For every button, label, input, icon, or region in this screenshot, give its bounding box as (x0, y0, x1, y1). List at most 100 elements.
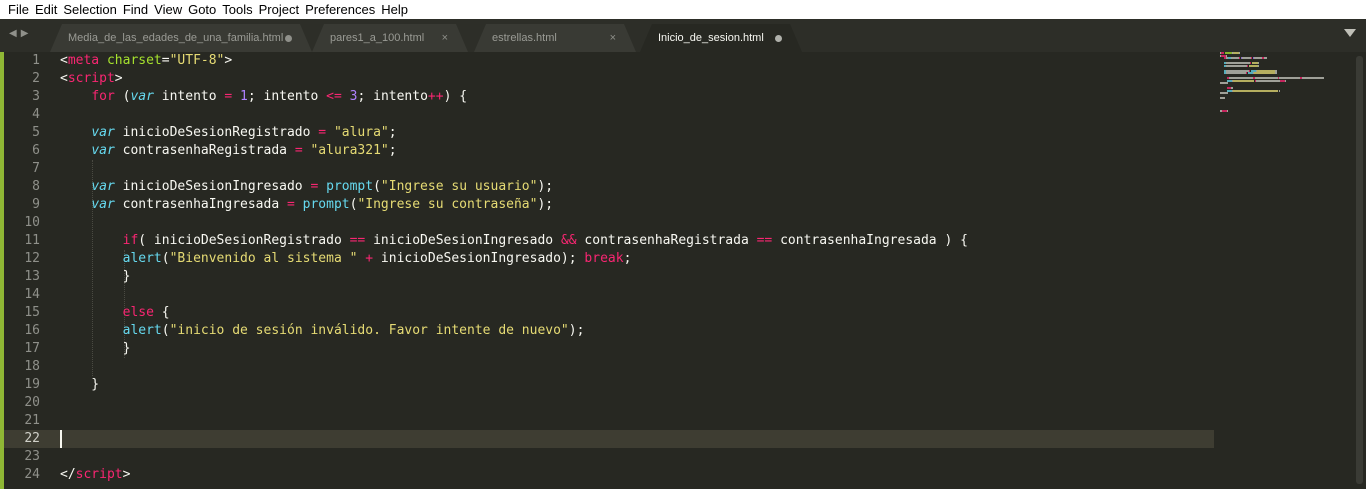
code-token: contrasenhaRegistrada (114, 143, 295, 158)
line-number: 8 (32, 179, 40, 194)
code-token: < (60, 71, 68, 86)
menu-help[interactable]: Help (381, 0, 408, 19)
code-line[interactable] (60, 448, 1210, 466)
menu-goto[interactable]: Goto (188, 0, 216, 19)
code-line[interactable]: var inicioDeSesionIngresado = prompt("In… (60, 178, 1210, 196)
code-line[interactable] (60, 358, 1210, 376)
code-token: "Bienvenido al sistema " (169, 251, 358, 266)
code-token: ( (373, 179, 381, 194)
line-number: 22 (24, 431, 40, 446)
code-line[interactable] (60, 106, 1210, 124)
code-line[interactable]: else { (60, 304, 1210, 322)
line-number: 7 (32, 161, 40, 176)
tab-2[interactable]: pares1_a_100.html × (312, 24, 468, 52)
menu-edit[interactable]: Edit (35, 0, 57, 19)
code-token: < (60, 53, 68, 68)
minimap-line (1257, 64, 1259, 67)
menu-file[interactable]: File (0, 0, 29, 19)
code-token: script (75, 467, 123, 482)
tab-list-dropdown-icon[interactable] (1344, 29, 1356, 37)
menu-project[interactable]: Project (259, 0, 299, 19)
code-line[interactable]: alert("inicio de sesión inválido. Favor … (60, 322, 1210, 340)
code-token: contrasenhaIngresada (114, 197, 287, 212)
line-number: 11 (24, 233, 40, 248)
code-line[interactable]: var contrasenhaIngresada = prompt("Ingre… (60, 196, 1210, 214)
minimap-line (1284, 79, 1286, 82)
code-line[interactable] (60, 394, 1210, 412)
code-line[interactable]: var inicioDeSesionRegistrado = "alura"; (60, 124, 1210, 142)
close-icon[interactable]: × (610, 24, 616, 52)
left-arrow-icon[interactable]: ◀ (9, 28, 17, 39)
code-token: ); (537, 197, 554, 212)
code-token: else (122, 305, 154, 320)
code-token: ( (114, 89, 131, 104)
minimap-line (1241, 57, 1251, 59)
code-token: <= (326, 89, 342, 104)
code-line[interactable] (60, 160, 1210, 178)
code-line[interactable]: } (60, 376, 1210, 394)
code-token: && (560, 233, 577, 248)
line-number: 10 (24, 215, 40, 230)
code-token: = (294, 143, 303, 158)
menu-find[interactable]: Find (123, 0, 148, 19)
menu-tools[interactable]: Tools (222, 0, 252, 19)
tab-1[interactable]: Media_de_las_edades_de_una_familia.html (50, 24, 312, 52)
code-token: ; (388, 125, 397, 140)
vertical-scrollbar[interactable] (1356, 56, 1363, 484)
menu-view[interactable]: View (154, 0, 182, 19)
code-token: var (91, 143, 115, 158)
code-line[interactable]: alert("Bienvenido al sistema " + inicioD… (60, 250, 1210, 268)
menu-bar: File Edit Selection Find View Goto Tools Projec… (0, 0, 1366, 19)
minimap[interactable] (1216, 52, 1354, 112)
menu-preferences[interactable]: Preferences (305, 0, 375, 19)
code-line[interactable]: } (60, 340, 1210, 358)
line-number: 15 (24, 305, 40, 320)
code-line[interactable]: for (var intento = 1; intento <= 3; inte… (60, 88, 1210, 106)
unsaved-dot-icon[interactable] (285, 35, 292, 42)
code-token: charset (106, 53, 162, 68)
code-token: intento (153, 89, 225, 104)
tab-nav-arrows[interactable]: ◀ ▶ (9, 28, 28, 39)
minimap-line (1250, 57, 1253, 59)
code-line[interactable]: </script> (60, 466, 1210, 484)
minimap-line (1220, 92, 1229, 94)
text-cursor (60, 430, 62, 448)
minimap-line (1226, 72, 1247, 74)
tab-3[interactable]: estrellas.html × (474, 24, 636, 52)
code-area[interactable]: <meta charset="UTF-8"> <script> for (var … (60, 52, 1210, 484)
code-line[interactable]: if( inicioDeSesionRegistrado == inicioDe… (60, 232, 1210, 250)
line-number: 12 (24, 251, 40, 266)
tab-bar: ◀ ▶ Media_de_las_edades_de_una_familia.h… (0, 19, 1366, 52)
code-line[interactable]: <meta charset="UTF-8"> (60, 52, 1210, 70)
unsaved-dot-icon[interactable] (775, 35, 782, 42)
close-icon[interactable]: × (442, 24, 448, 52)
code-line[interactable]: } (60, 268, 1210, 286)
minimap-line (1278, 89, 1281, 92)
line-number-gutter: 1 2 3 4 5 6 7 8 9 10 11 12 13 14 15 16 17 18 19 20 21 22 23 24 (4, 52, 40, 489)
code-token: == (349, 233, 366, 248)
code-token: ( inicioDeSesionRegistrado (138, 233, 350, 248)
code-token: ) { (443, 89, 468, 104)
code-line[interactable]: <script> (60, 70, 1210, 88)
code-line[interactable] (60, 430, 1210, 448)
code-editor[interactable]: 1 2 3 4 5 6 7 8 9 10 11 12 13 14 15 16 17 18 19 20 21 22 23 24 … (0, 52, 1366, 489)
tab-4[interactable]: Inicio_de_sesion.html (640, 24, 802, 52)
right-arrow-icon[interactable]: ▶ (21, 28, 29, 39)
code-line[interactable] (60, 412, 1210, 430)
code-line[interactable]: var contrasenhaRegistrada = "alura321"; (60, 142, 1210, 160)
code-line[interactable] (60, 286, 1210, 304)
tab-title: estrellas.html (492, 32, 557, 44)
code-token: } (60, 341, 131, 356)
menu-selection[interactable]: Selection (63, 0, 116, 19)
code-line[interactable] (60, 214, 1210, 232)
